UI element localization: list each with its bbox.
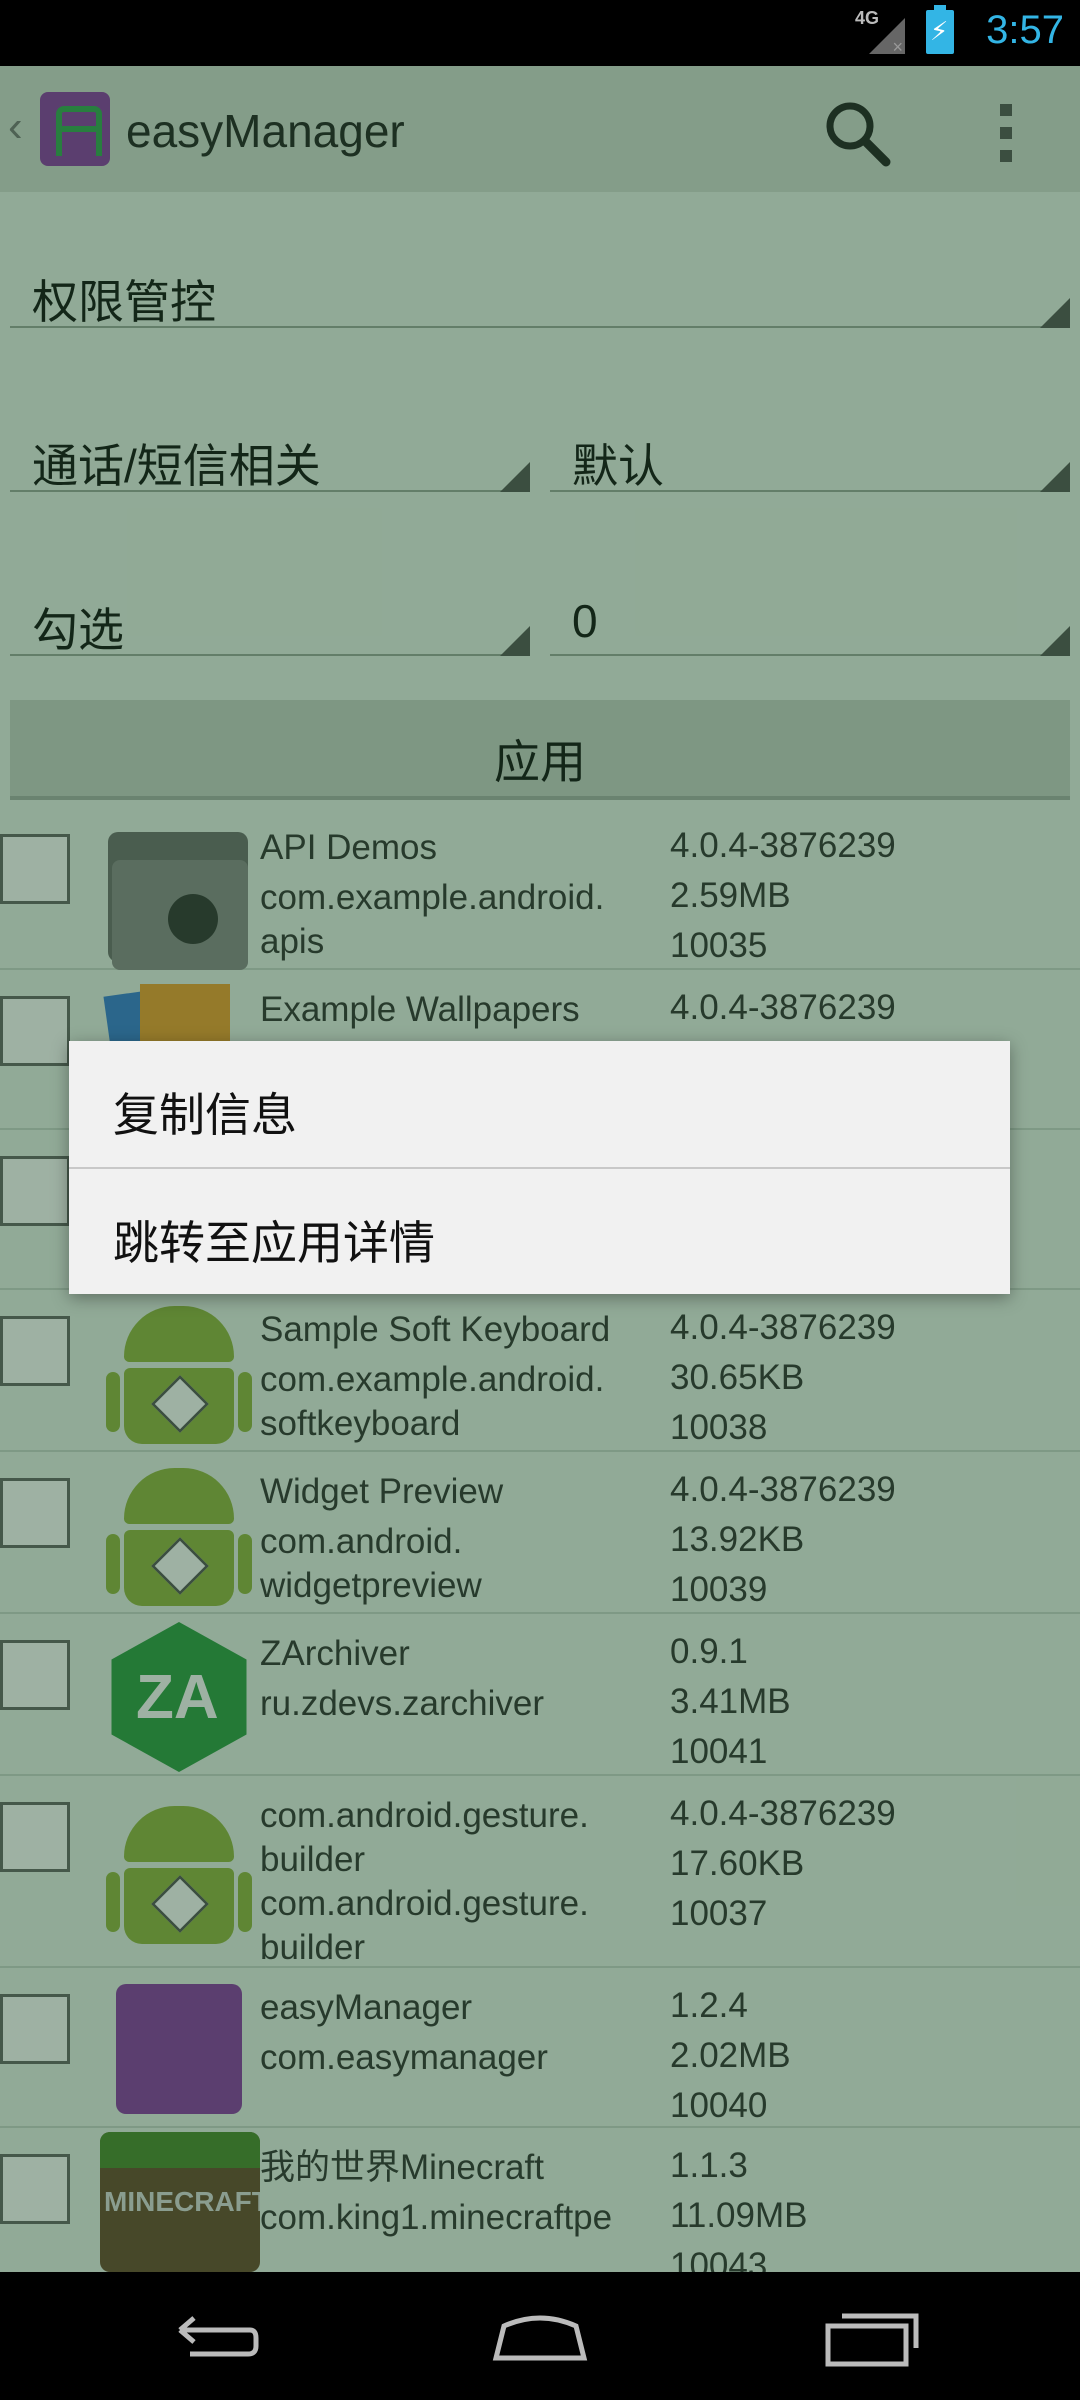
back-icon[interactable] bbox=[160, 2302, 260, 2372]
menu-item-label: 跳转至应用详情 bbox=[113, 1217, 435, 1269]
navigation-bar bbox=[0, 2272, 1080, 2400]
signal-icon: 4G × bbox=[855, 8, 905, 57]
menu-item-goto-details[interactable]: 跳转至应用详情 bbox=[69, 1169, 1010, 1295]
clock: 3:57 bbox=[986, 8, 1064, 52]
home-icon[interactable] bbox=[490, 2302, 590, 2372]
menu-item-copy-info[interactable]: 复制信息 bbox=[69, 1041, 1010, 1167]
status-bar: 4G × ⚡ 3:57 bbox=[0, 0, 1080, 66]
context-menu: 复制信息 跳转至应用详情 bbox=[69, 1041, 1010, 1294]
menu-item-label: 复制信息 bbox=[113, 1089, 297, 1141]
recent-apps-icon[interactable] bbox=[820, 2302, 920, 2372]
battery-icon: ⚡ bbox=[926, 5, 954, 54]
